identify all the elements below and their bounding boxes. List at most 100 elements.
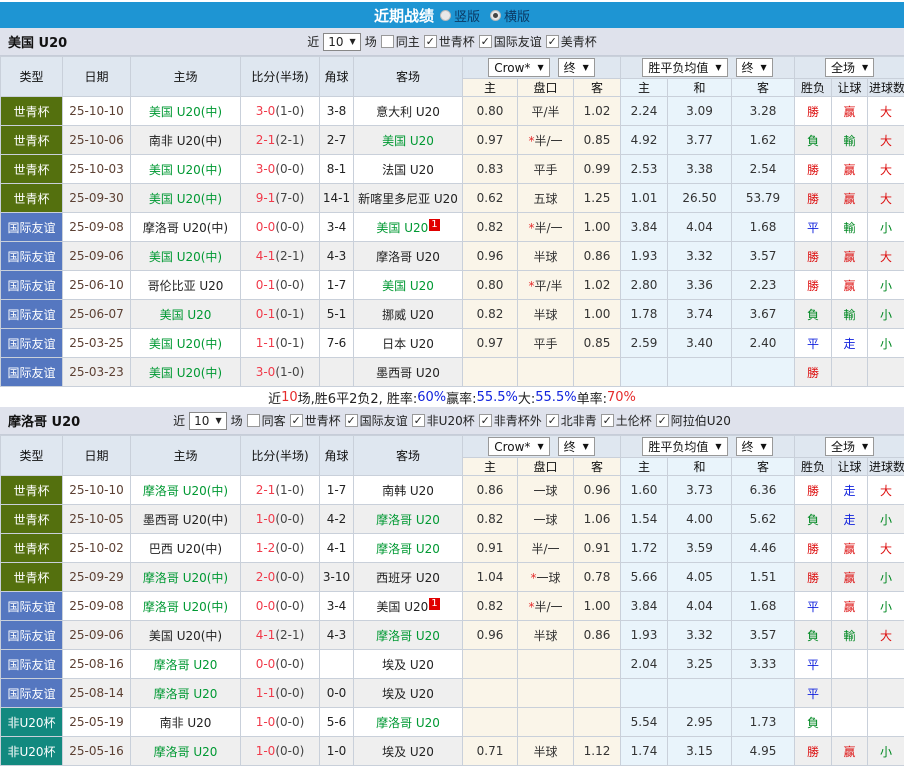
home-team-link[interactable]: 墨西哥 U20(中) [131,505,241,534]
home-team-link[interactable]: 摩洛哥 U20 [131,650,241,679]
away-team-link[interactable]: 南韩 U20 [354,476,463,505]
same-venue-filter[interactable]: 同客 [247,412,286,429]
away-team-link[interactable]: 摩洛哥 U20 [354,534,463,563]
league-filter[interactable]: 世青杯 [424,33,475,50]
away-team-link[interactable]: 美国 U201 [354,213,463,242]
scope-select[interactable]: 全场▼ [825,58,874,77]
checkbox-icon[interactable] [424,35,437,48]
halftime-score: (0-1) [275,336,304,350]
away-team-link[interactable]: 摩洛哥 U20 [354,242,463,271]
checkbox-icon[interactable] [247,414,260,427]
checkbox-icon[interactable] [412,414,425,427]
summary-segment: 近 [268,388,281,407]
home-team-link[interactable]: 美国 U20(中) [131,97,241,126]
away-team-link[interactable]: 挪威 U20 [354,300,463,329]
result-wdl: 勝 [795,97,832,126]
home-team-link[interactable]: 巴西 U20(中) [131,534,241,563]
away-team-link[interactable]: 埃及 U20 [354,679,463,708]
away-team-link[interactable]: 埃及 U20 [354,650,463,679]
away-team-link[interactable]: 埃及 U20 [354,737,463,766]
home-team-link[interactable]: 摩洛哥 U20(中) [131,476,241,505]
odds-time-select[interactable]: 终▼ [558,58,595,77]
odds-home: 0.83 [463,155,518,184]
bookmaker-select[interactable]: Crow*▼ [488,437,549,456]
avg-select[interactable]: 胜平负均值▼ [642,58,727,77]
league-filter[interactable]: 国际友谊 [345,412,408,429]
avg-draw: 3.32 [668,621,732,650]
checkbox-icon[interactable] [290,414,303,427]
checkbox-icon[interactable] [479,35,492,48]
home-team-link[interactable]: 美国 U20(中) [131,155,241,184]
match-date: 25-10-10 [63,97,131,126]
home-team-link[interactable]: 摩洛哥 U20 [131,679,241,708]
away-team-name: 埃及 U20 [382,687,434,701]
league-filter[interactable]: 阿拉伯U20 [656,412,731,429]
sub-column-header: 让球 [832,79,868,97]
avg-time-select[interactable]: 终▼ [736,58,773,77]
home-team-link[interactable]: 美国 U20(中) [131,184,241,213]
home-team-link[interactable]: 美国 U20(中) [131,242,241,271]
home-team-link[interactable]: 摩洛哥 U20(中) [131,213,241,242]
halftime-score: (7-0) [275,191,304,205]
league-filter[interactable]: 非U20杯 [412,412,475,429]
checkbox-icon[interactable] [345,414,358,427]
column-header: 主场 [131,436,241,476]
away-team-link[interactable]: 意大利 U20 [354,97,463,126]
away-team-link[interactable]: 美国 U20 [354,271,463,300]
home-team-link[interactable]: 美国 U20(中) [131,329,241,358]
home-team-link[interactable]: 哥伦比亚 U20 [131,271,241,300]
away-team-link[interactable]: 摩洛哥 U20 [354,505,463,534]
match-count-select[interactable]: 10▼ [189,412,226,430]
handicap-line: 半球 [518,242,574,271]
league-filter[interactable]: 非青杯外 [479,412,542,429]
score-cell: 4-1(2-1) [241,242,320,271]
handicap-line: 平/半 [518,97,574,126]
bookmaker-select[interactable]: Crow*▼ [488,58,549,77]
column-header: 日期 [63,57,131,97]
away-team-link[interactable]: 摩洛哥 U20 [354,621,463,650]
away-team-link[interactable]: 新喀里多尼亚 U20 [354,184,463,213]
away-team-link[interactable]: 美国 U20 [354,126,463,155]
scope-select[interactable]: 全场▼ [825,437,874,456]
checkbox-icon[interactable] [546,35,559,48]
league-filter[interactable]: 国际友谊 [479,33,542,50]
home-team-link[interactable]: 美国 U20(中) [131,358,241,387]
home-team-link[interactable]: 美国 U20(中) [131,621,241,650]
handicap-line: 半球 [518,621,574,650]
away-team-link[interactable]: 墨西哥 U20 [354,358,463,387]
home-team-link[interactable]: 摩洛哥 U20(中) [131,563,241,592]
league-filter[interactable]: 美青杯 [546,33,597,50]
score-cell: 0-1(0-1) [241,300,320,329]
away-team-name: 美国 U20 [382,134,434,148]
avg-draw: 3.77 [668,126,732,155]
home-team-link[interactable]: 摩洛哥 U20(中) [131,592,241,621]
league-filter[interactable]: 世青杯 [290,412,341,429]
checkbox-icon[interactable] [381,35,394,48]
checkbox-icon[interactable] [479,414,492,427]
home-team-link[interactable]: 摩洛哥 U20 [131,737,241,766]
checkbox-icon[interactable] [546,414,559,427]
match-date: 25-10-10 [63,476,131,505]
radio-horizontal-layout[interactable]: 横版 [490,6,530,25]
league-filter[interactable]: 土伦杯 [601,412,652,429]
match-count-select[interactable]: 10▼ [323,33,360,51]
away-team-link[interactable]: 西班牙 U20 [354,563,463,592]
avg-time-select[interactable]: 终▼ [736,437,773,456]
away-team-link[interactable]: 日本 U20 [354,329,463,358]
radio-vertical-layout[interactable]: 竖版 [440,6,480,25]
checkbox-icon[interactable] [601,414,614,427]
away-team-link[interactable]: 摩洛哥 U20 [354,708,463,737]
match-row: 国际友谊25-06-07美国 U200-1(0-1)5-1挪威 U200.82半… [1,300,904,329]
home-team-link[interactable]: 南非 U20(中) [131,126,241,155]
same-venue-filter[interactable]: 同主 [381,33,420,50]
away-team-link[interactable]: 美国 U201 [354,592,463,621]
avg-select[interactable]: 胜平负均值▼ [642,437,727,456]
away-team-link[interactable]: 法国 U20 [354,155,463,184]
league-filter[interactable]: 北非青 [546,412,597,429]
home-team-link[interactable]: 南非 U20 [131,708,241,737]
odds-time-select[interactable]: 终▼ [558,437,595,456]
home-team-link[interactable]: 美国 U20 [131,300,241,329]
fulltime-score: 0-0 [256,657,276,671]
checkbox-icon[interactable] [656,414,669,427]
chevron-down-icon: ▼ [350,37,356,46]
